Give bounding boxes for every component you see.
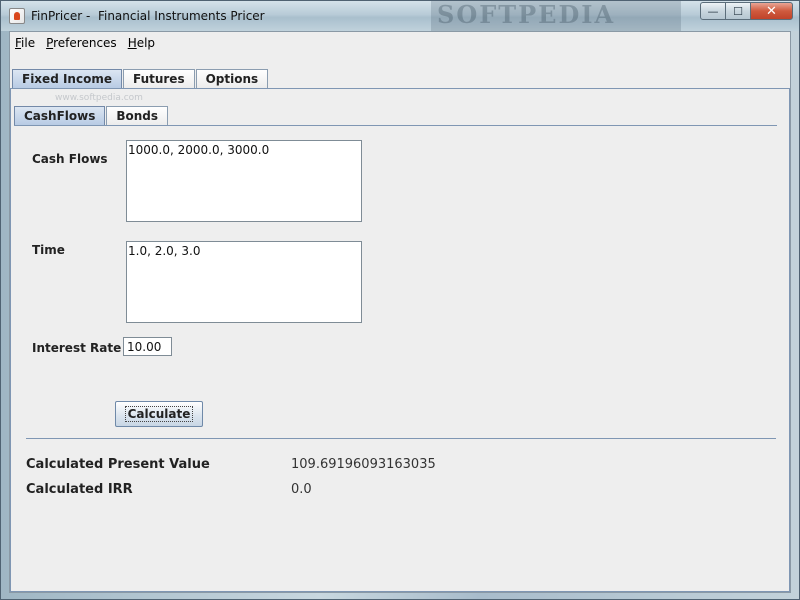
tab-futures[interactable]: Futures [122, 69, 195, 88]
maximize-icon: ☐ [733, 4, 743, 18]
tab-bonds[interactable]: Bonds [106, 106, 169, 125]
close-icon: ✕ [766, 3, 777, 19]
sub-tabs: CashFlows Bonds [14, 106, 169, 125]
present-value-value: 109.69196093163035 [291, 457, 436, 472]
cashflows-panel: Cash Flows 1000.0, 2000.0, 3000.0 Time 1… [14, 125, 777, 589]
window-title: FinPricer - Financial Instruments Pricer [31, 9, 265, 23]
tab-fixed-income[interactable]: Fixed Income [12, 69, 122, 88]
menu-preferences[interactable]: Preferences [40, 36, 123, 50]
window-controls: — ☐ ✕ [700, 2, 793, 20]
menu-help[interactable]: Help [122, 36, 161, 50]
calculate-button[interactable]: Calculate [115, 401, 203, 427]
tab-cashflows[interactable]: CashFlows [14, 106, 106, 125]
irr-value: 0.0 [291, 482, 312, 497]
interest-rate-label: Interest Rate [32, 341, 122, 355]
menu-help-mnemonic: H [127, 36, 137, 50]
softpedia-watermark: SOFTPEDIA [431, 1, 681, 31]
menu-file-label: ile [21, 36, 36, 50]
calculate-button-label: Calculate [124, 406, 194, 422]
cash-flows-label: Cash Flows [32, 152, 108, 166]
present-value-label: Calculated Present Value [26, 457, 210, 472]
client-area: File Preferences Help Fixed Income Futur… [9, 31, 791, 593]
app-window: FinPricer - Financial Instruments Pricer… [0, 0, 800, 600]
interest-rate-field[interactable]: 10.00 [123, 337, 172, 356]
minimize-button[interactable]: — [700, 2, 726, 20]
close-button[interactable]: ✕ [750, 2, 793, 20]
results-separator [26, 438, 776, 439]
title-bar[interactable]: FinPricer - Financial Instruments Pricer… [1, 1, 799, 31]
time-label: Time [32, 243, 65, 257]
fixed-income-panel: www.softpedia.com CashFlows Bonds Cash F… [10, 88, 790, 592]
softpedia-url-watermark: www.softpedia.com [55, 93, 143, 103]
menu-help-label: elp [136, 36, 156, 50]
main-tabs: Fixed Income Futures Options [12, 69, 269, 88]
time-textarea[interactable]: 1.0, 2.0, 3.0 [126, 241, 362, 323]
cash-flows-textarea[interactable]: 1000.0, 2000.0, 3000.0 [126, 140, 362, 222]
tab-options[interactable]: Options [195, 69, 269, 88]
java-app-icon[interactable] [9, 8, 25, 24]
menu-bar: File Preferences Help [10, 32, 790, 54]
maximize-button[interactable]: ☐ [725, 2, 751, 20]
menu-preferences-label: references [53, 36, 117, 50]
minimize-icon: — [707, 4, 719, 18]
menu-file[interactable]: File [10, 36, 41, 50]
irr-label: Calculated IRR [26, 482, 133, 497]
